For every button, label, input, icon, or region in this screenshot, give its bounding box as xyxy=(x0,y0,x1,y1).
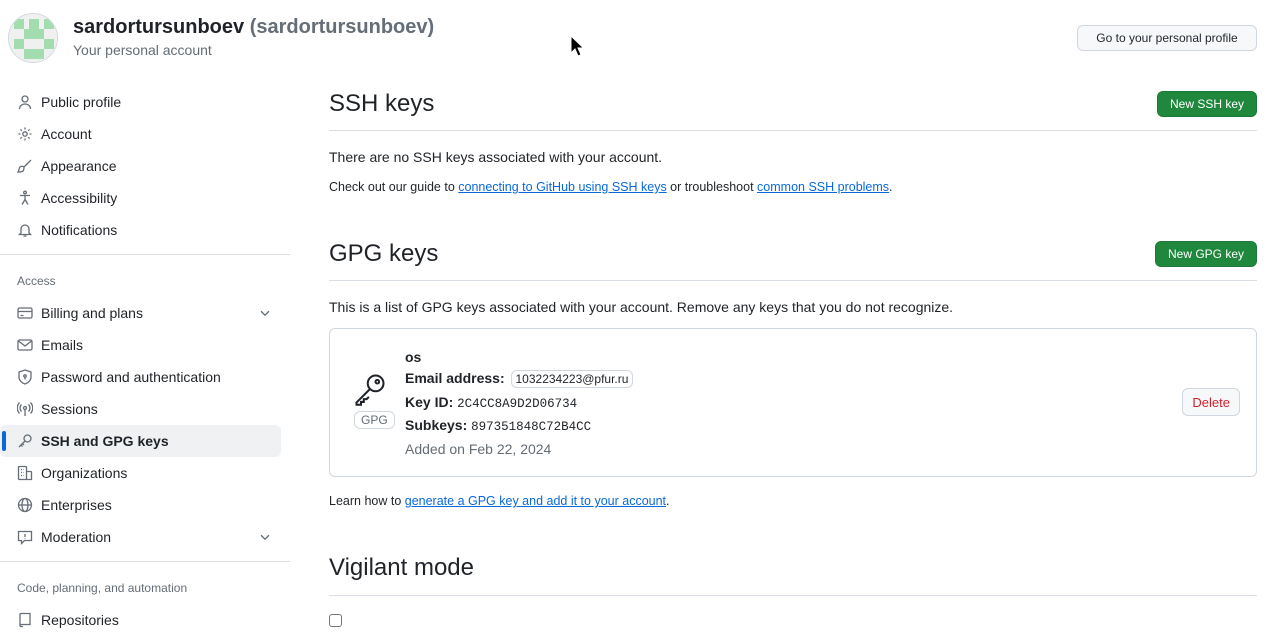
sidebar-item-label: Billing and plans xyxy=(41,305,143,321)
login-name: (sardortursunboev) xyxy=(249,16,435,38)
sidebar-item-notifications[interactable]: Notifications xyxy=(0,214,281,246)
broadcast-icon xyxy=(17,401,33,417)
avatar[interactable] xyxy=(8,13,58,63)
new-ssh-key-button[interactable]: New SSH key xyxy=(1157,91,1257,117)
account-subtitle: Your personal account xyxy=(73,42,212,58)
gpg-badge: GPG xyxy=(354,411,395,429)
sidebar-item-organizations[interactable]: Organizations xyxy=(0,457,281,489)
key-icon xyxy=(352,371,388,407)
sidebar-item-accessibility[interactable]: Accessibility xyxy=(0,182,281,214)
gpg-key-name: os xyxy=(405,349,422,365)
learn-suffix: . xyxy=(666,494,670,508)
sidebar-item-enterprises[interactable]: Enterprises xyxy=(0,489,281,521)
sidebar-item-appearance[interactable]: Appearance xyxy=(0,150,281,182)
organization-icon xyxy=(17,465,33,481)
sidebar-item-account[interactable]: Account xyxy=(0,118,281,150)
ssh-guide-text: Check out our guide to connecting to Git… xyxy=(329,180,893,194)
mail-icon xyxy=(17,337,33,353)
ssh-problems-link[interactable]: common SSH problems xyxy=(757,180,889,194)
sidebar-item-label: Repositories xyxy=(41,612,119,628)
sidebar-item-label: SSH and GPG keys xyxy=(41,433,169,449)
subkeys-label: Subkeys: xyxy=(405,417,468,433)
paintbrush-icon xyxy=(17,158,33,174)
sidebar-item-repositories[interactable]: Repositories xyxy=(0,604,281,636)
learn-prefix: Learn how to xyxy=(329,494,405,508)
sidebar-item-label: Notifications xyxy=(41,222,118,238)
ssh-keys-title: SSH keys xyxy=(329,90,435,117)
key-icon xyxy=(17,433,33,449)
sidebar-item-label: Enterprises xyxy=(41,497,112,513)
sidebar-item-emails[interactable]: Emails xyxy=(0,329,281,361)
sidebar-item-sessions[interactable]: Sessions xyxy=(0,393,281,425)
sidebar-item-label: Sessions xyxy=(41,401,98,417)
sidebar-item-moderation[interactable]: Moderation xyxy=(0,521,281,553)
credit-card-icon xyxy=(17,305,33,321)
accessibility-icon xyxy=(17,190,33,206)
guide-prefix: Check out our guide to xyxy=(329,180,459,194)
sidebar-item-label: Accessibility xyxy=(41,190,118,206)
vigilant-mode-checkbox[interactable] xyxy=(329,614,342,627)
chevron-down-icon[interactable] xyxy=(258,530,272,547)
account-name: sardortursunboev (sardortursunboev) xyxy=(73,16,434,39)
gpg-subkeys-row: Subkeys: 897351848C72B4CC xyxy=(405,417,591,434)
sidebar-item-label: Account xyxy=(41,126,92,142)
new-gpg-key-button[interactable]: New GPG key xyxy=(1155,241,1257,267)
gpg-key-added-date: Added on Feb 22, 2024 xyxy=(405,441,552,457)
sidebar-group-code: Code, planning, and automation xyxy=(17,581,188,595)
display-name: sardortursunboev xyxy=(73,16,245,38)
sidebar-group-access: Access xyxy=(17,274,56,288)
guide-middle: or troubleshoot xyxy=(666,180,758,194)
keyid-label: Key ID: xyxy=(405,394,454,410)
bell-icon xyxy=(17,222,33,238)
gpg-key-id-row: Key ID: 2C4CC8A9D2D06734 xyxy=(405,394,577,411)
gpg-keys-header: GPG keys New GPG key xyxy=(329,240,1257,281)
guide-suffix: . xyxy=(889,180,893,194)
sidebar-item-label: Public profile xyxy=(41,94,122,110)
sidebar-divider xyxy=(0,561,290,562)
report-icon xyxy=(17,529,33,545)
email-label: Email address: xyxy=(405,370,505,386)
person-icon xyxy=(17,94,33,110)
ssh-empty-text: There are no SSH keys associated with yo… xyxy=(329,149,663,165)
shield-lock-icon xyxy=(17,369,33,385)
sidebar-item-public-profile[interactable]: Public profile xyxy=(0,86,281,118)
subkeys-value: 897351848C72B4CC xyxy=(471,420,592,434)
gear-icon xyxy=(17,126,33,142)
sidebar-item-label: Appearance xyxy=(41,158,117,174)
ssh-guide-link[interactable]: connecting to GitHub using SSH keys xyxy=(458,180,666,194)
sidebar-item-billing[interactable]: Billing and plans xyxy=(0,297,281,329)
sidebar-item-password[interactable]: Password and authentication xyxy=(0,361,281,393)
gpg-intro-text: This is a list of GPG keys associated wi… xyxy=(329,299,954,315)
sidebar-item-label: Emails xyxy=(41,337,84,353)
generate-gpg-key-link[interactable]: generate a GPG key and add it to your ac… xyxy=(405,494,666,508)
ssh-keys-header: SSH keys New SSH key xyxy=(329,90,1257,131)
sidebar-item-label: Moderation xyxy=(41,529,112,545)
delete-gpg-key-button[interactable]: Delete xyxy=(1182,388,1240,416)
globe-icon xyxy=(17,497,33,513)
gpg-learn-text: Learn how to generate a GPG key and add … xyxy=(329,494,670,508)
sidebar-divider xyxy=(0,254,290,255)
key-id-value: 2C4CC8A9D2D06734 xyxy=(457,397,578,411)
sidebar-item-label: Password and authentication xyxy=(41,369,221,385)
vigilant-mode-title: Vigilant mode xyxy=(329,554,474,581)
gpg-key-email-row: Email address: 1032234223@pfur.ru xyxy=(405,370,634,388)
settings-sidebar: Public profile Account Appearance Access… xyxy=(0,86,290,636)
email-chip: 1032234223@pfur.ru xyxy=(510,370,634,388)
chevron-down-icon[interactable] xyxy=(258,306,272,323)
repo-icon xyxy=(17,612,33,628)
vigilant-mode-header: Vigilant mode xyxy=(329,554,1257,596)
sidebar-item-ssh-gpg-keys[interactable]: SSH and GPG keys xyxy=(0,425,281,457)
go-to-profile-button[interactable]: Go to your personal profile xyxy=(1077,25,1257,51)
sidebar-item-label: Organizations xyxy=(41,465,128,481)
gpg-key-item: GPG os Email address: 1032234223@pfur.ru… xyxy=(329,328,1257,477)
mouse-cursor-icon xyxy=(570,35,584,57)
gpg-keys-title: GPG keys xyxy=(329,240,439,267)
